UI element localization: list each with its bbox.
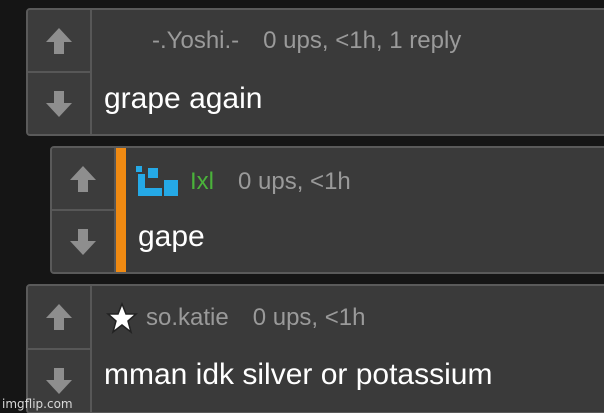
arrow-down-icon — [46, 90, 72, 117]
comment-meta: so.katie 0 ups, <1h — [106, 302, 365, 334]
comment-thread: -.Yoshi.- 0 ups, <1h, 1 reply grape agai… — [0, 0, 604, 413]
comment-meta: -.Yoshi.- 0 ups, <1h, 1 reply — [152, 27, 461, 55]
arrow-up-icon — [46, 304, 72, 330]
comment-stats: 0 ups, <1h — [252, 304, 366, 331]
upvote-button[interactable] — [28, 10, 90, 73]
comment-text: grape again — [104, 82, 263, 115]
reply-accent-bar — [116, 148, 126, 272]
username-link[interactable]: so.katie — [146, 304, 229, 332]
comment-card: so.katie 0 ups, <1h mman idk silver or p… — [26, 284, 604, 413]
imgflip-watermark: imgflip.com — [2, 397, 73, 411]
comment-body: so.katie 0 ups, <1h mman idk silver or p… — [92, 286, 604, 412]
username-link[interactable]: Ixl — [190, 168, 214, 196]
star-icon — [106, 302, 138, 334]
comment-stats: 0 ups, <1h, 1 reply — [263, 27, 462, 54]
vote-controls — [28, 10, 92, 134]
upvote-button[interactable] — [52, 148, 114, 211]
username-link[interactable]: -.Yoshi.- — [152, 27, 239, 55]
arrow-up-icon — [46, 27, 72, 54]
comment-body: -.Yoshi.- 0 ups, <1h, 1 reply grape agai… — [92, 10, 604, 134]
vote-controls — [52, 148, 116, 272]
comment-text: mman idk silver or potassium — [104, 358, 493, 391]
comment-stats: 0 ups, <1h — [238, 168, 351, 195]
comment-card: -.Yoshi.- 0 ups, <1h, 1 reply grape agai… — [26, 8, 604, 136]
comment-meta: Ixl 0 ups, <1h — [134, 162, 351, 202]
arrow-down-icon — [70, 228, 96, 255]
arrow-up-icon — [70, 165, 96, 192]
comment-body: Ixl 0 ups, <1h gape — [126, 148, 604, 272]
arrow-down-icon — [46, 368, 72, 394]
downvote-button[interactable] — [52, 211, 114, 272]
downvote-button[interactable] — [28, 73, 90, 134]
upvote-button[interactable] — [28, 286, 90, 350]
blue-bracket-icon — [136, 166, 178, 196]
vote-controls — [28, 286, 92, 412]
comment-text: gape — [138, 220, 205, 253]
reply-comment-card: Ixl 0 ups, <1h gape — [50, 146, 604, 274]
